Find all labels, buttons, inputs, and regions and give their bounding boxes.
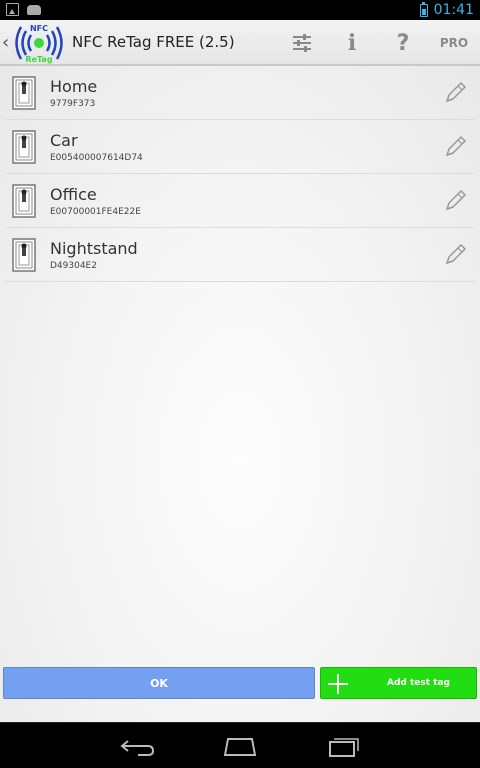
help-button[interactable]: ? <box>388 26 418 60</box>
navigation-bar <box>0 722 480 768</box>
ok-button[interactable]: OK <box>3 667 315 699</box>
edit-pencil-icon[interactable] <box>442 242 468 268</box>
nfc-tag-icon <box>12 184 36 218</box>
edit-pencil-icon[interactable] <box>442 188 468 214</box>
edit-pencil-icon[interactable] <box>442 134 468 160</box>
settings-button[interactable] <box>286 26 318 60</box>
gallery-icon <box>6 3 19 16</box>
app-title: NFC ReTag FREE (2.5) <box>72 33 235 51</box>
tag-name: Car <box>50 131 78 150</box>
add-test-tag-label: Add test tag <box>387 678 450 688</box>
logo-top-text: NFC <box>30 24 48 33</box>
clock: 01:41 <box>433 2 474 18</box>
back-icon[interactable] <box>118 733 158 759</box>
nfc-retag-logo-icon[interactable]: NFC ReTag <box>10 22 68 64</box>
pro-button[interactable]: PRO <box>436 26 472 60</box>
tag-row[interactable]: Home 9779F373 <box>6 66 474 120</box>
battery-icon <box>419 1 428 17</box>
tag-id: E005400007614D74 <box>50 153 143 163</box>
tag-name: Home <box>50 77 98 96</box>
action-bar: ‹ NFC ReTag NFC ReTag FREE (2.5) i ? PRO <box>0 20 480 66</box>
plus-icon <box>328 674 348 694</box>
bag-icon <box>27 5 41 15</box>
nfc-tag-icon <box>12 238 36 272</box>
tag-id: 9779F373 <box>50 99 96 109</box>
status-bar: 01:41 <box>0 0 480 20</box>
add-test-tag-button[interactable]: Add test tag <box>320 667 477 699</box>
tag-list: Home 9779F373 Car E005400007614D74 Offic… <box>0 66 480 282</box>
logo-bottom-text: ReTag <box>25 55 52 64</box>
tag-row[interactable]: Office E00700001FE4E22E <box>6 174 474 228</box>
recent-apps-icon[interactable] <box>322 733 362 759</box>
tag-name: Office <box>50 185 97 204</box>
tag-name: Nightstand <box>50 239 138 258</box>
tag-id: E00700001FE4E22E <box>50 207 141 217</box>
notification-icons <box>6 3 41 16</box>
tag-id: D49304E2 <box>50 261 97 271</box>
edit-pencil-icon[interactable] <box>442 80 468 106</box>
nfc-tag-icon <box>12 130 36 164</box>
sliders-icon <box>293 34 311 52</box>
tag-row[interactable]: Nightstand D49304E2 <box>6 228 474 282</box>
up-navigation-icon[interactable]: ‹ <box>2 32 9 53</box>
nfc-tag-icon <box>12 76 36 110</box>
tag-list-area: Home 9779F373 Car E005400007614D74 Offic… <box>0 66 480 722</box>
info-button[interactable]: i <box>338 26 366 60</box>
tag-row[interactable]: Car E005400007614D74 <box>6 120 474 174</box>
home-icon[interactable] <box>220 733 260 759</box>
system-icons: 01:41 <box>419 1 474 18</box>
